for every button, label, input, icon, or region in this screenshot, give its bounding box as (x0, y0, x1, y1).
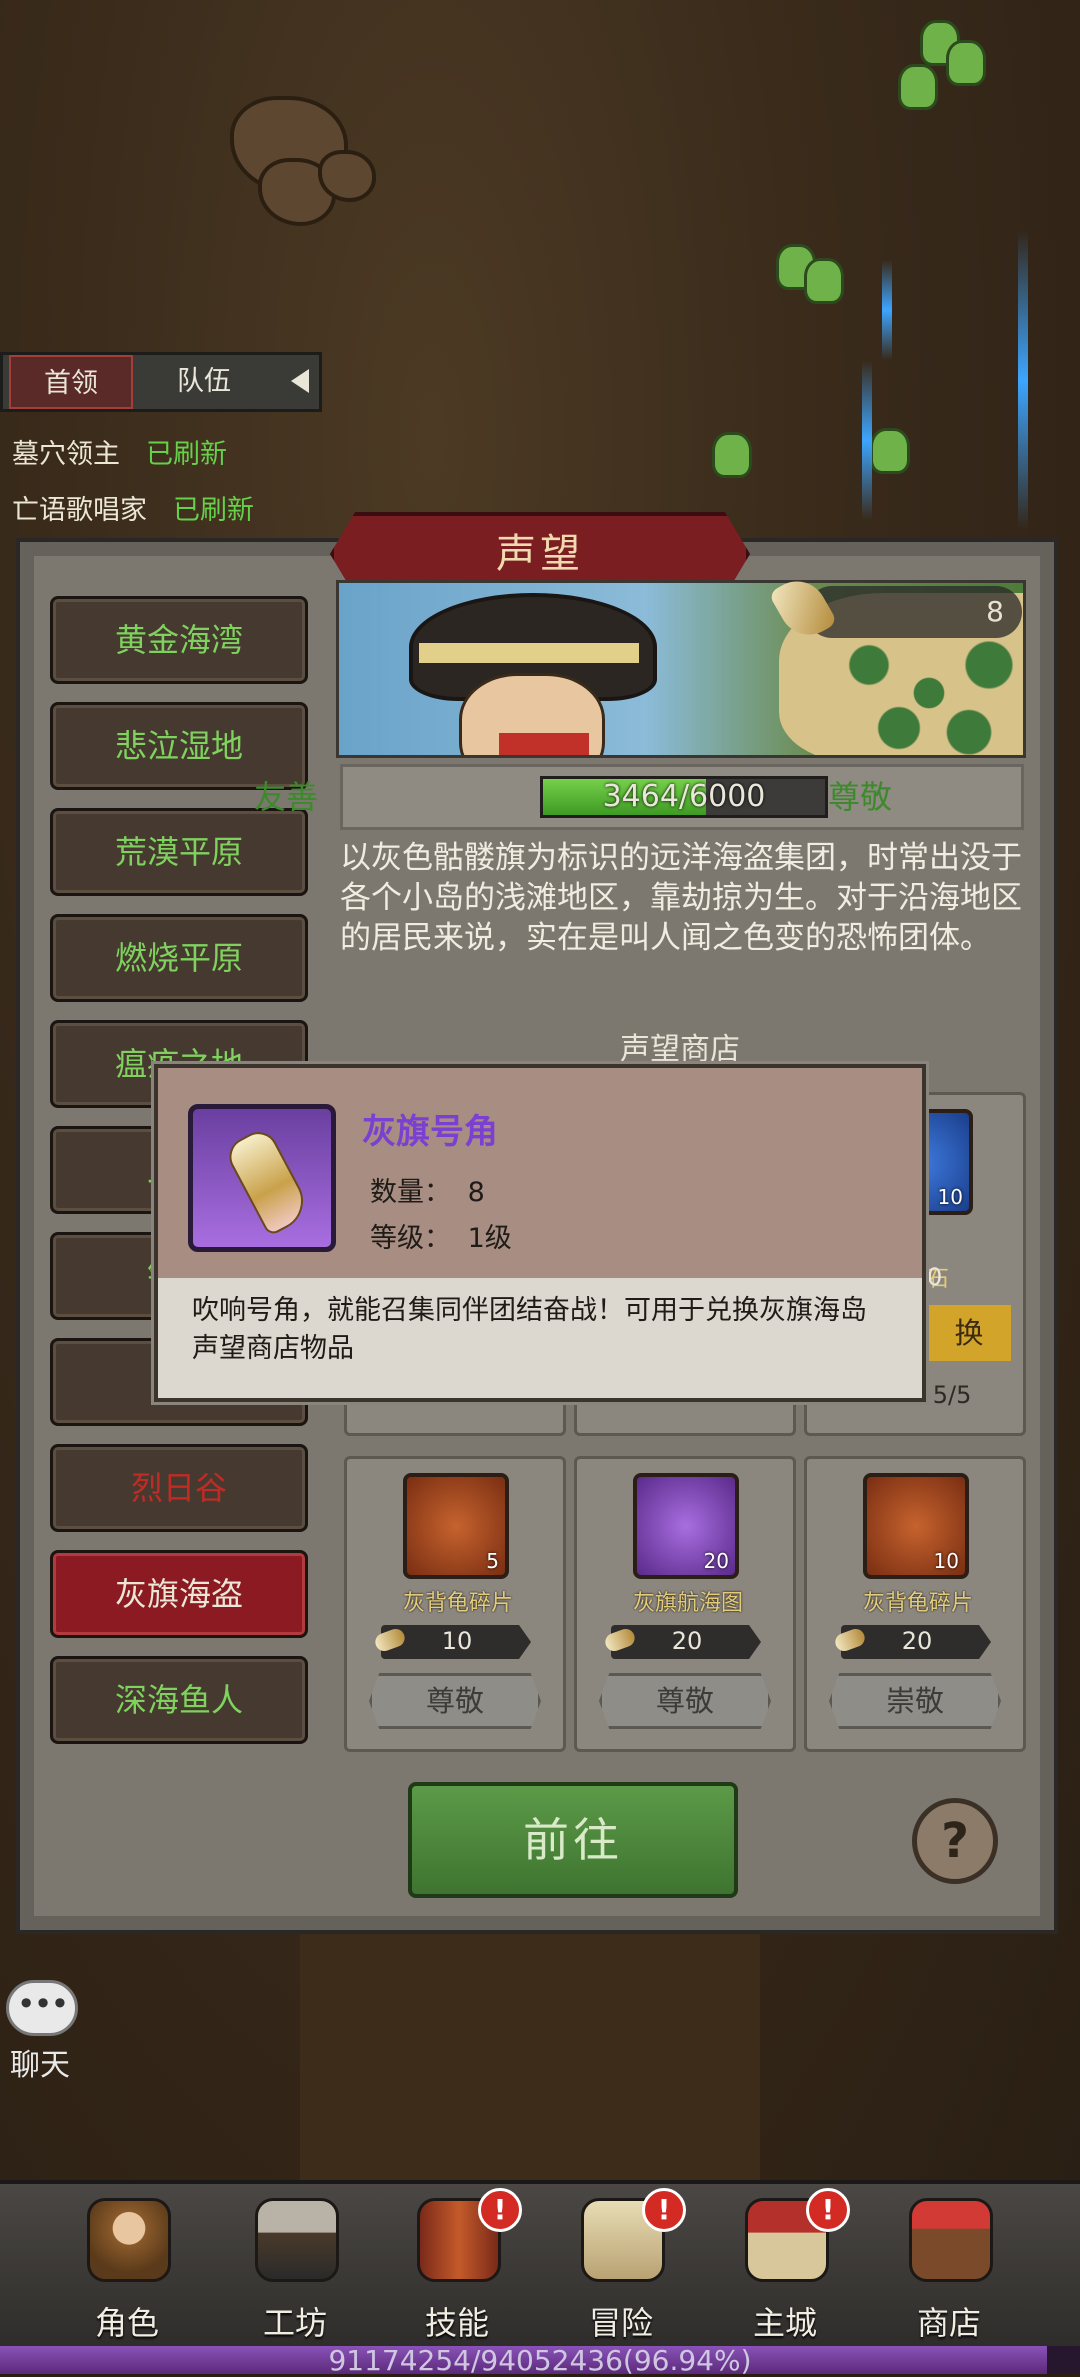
blue-light-beam (882, 260, 892, 360)
zone-item[interactable]: 烈日谷 (50, 1444, 308, 1532)
go-button[interactable]: 前往 (408, 1782, 738, 1898)
nav-shop[interactable]: 商店 (874, 2188, 1024, 2342)
blue-light-beam (862, 360, 872, 520)
item-qty: 20 (703, 1549, 729, 1573)
boss-team-tabbar: 首领 队伍 (0, 352, 322, 412)
shop-card[interactable]: 10 灰背龟碎片 20 崇敬 (804, 1456, 1026, 1752)
required-rank-button[interactable]: 尊敬 (369, 1673, 541, 1729)
item-qty: 10 (933, 1549, 959, 1573)
workshop-anvil-icon (255, 2198, 339, 2282)
nav-adventure[interactable]: ! 冒险 (546, 2188, 696, 2342)
experience-text: 91174254/94052436(96.94%) (328, 2344, 752, 2377)
horn-icon (222, 1125, 314, 1237)
tab-team[interactable]: 队伍 (139, 355, 269, 409)
faction-description: 以灰色骷髅旗为标识的远洋海盗集团，时常出没于各个小岛的浅滩地区，靠劫掠为生。对于… (340, 840, 1022, 956)
shop-card[interactable]: 5 灰背龟碎片 10 尊敬 (344, 1456, 566, 1752)
item-name: 灰旗航海图 (632, 1591, 743, 1616)
character-icon (87, 2198, 171, 2282)
item-cost: 20 (901, 1627, 933, 1655)
shop-title: 声望商店 (620, 1032, 740, 1067)
tab-boss[interactable]: 首领 (9, 355, 133, 409)
item-name: 灰背龟碎片 (862, 1591, 973, 1616)
zone-item[interactable]: 燃烧平原 (50, 914, 308, 1002)
gray-flag-horn-icon (188, 1104, 336, 1252)
boss-list-item[interactable]: 墓穴领主 已刷新 (12, 432, 227, 471)
popup-qty-row: 数量： 8 (370, 1170, 485, 1209)
zone-item-selected[interactable]: 灰旗海盗 (50, 1550, 308, 1638)
chat-label[interactable]: 聊天 (10, 2040, 70, 2084)
boss-name: 墓穴领主 (12, 439, 120, 470)
boss-list-item[interactable]: 亡语歌唱家 已刷新 (12, 488, 254, 527)
popup-item-description: 吹响号角，就能召集同伴团结奋战！可用于兑换灰旗海岛声望商店物品 (192, 1295, 867, 1364)
help-button[interactable]: ? (912, 1798, 998, 1884)
pirate-scarf (499, 733, 589, 755)
level-label: 等级： (370, 1223, 451, 1254)
goblin-enemy (804, 258, 844, 304)
popup-item-name: 灰旗号角 (362, 1112, 498, 1152)
boss-status: 已刷新 (146, 439, 227, 470)
boss-status: 已刷新 (173, 495, 254, 526)
reputation-progress-text: 3464/6000 (602, 779, 766, 814)
alert-badge: ! (806, 2188, 850, 2232)
nav-label: 技能 (424, 2304, 489, 2342)
nav-workshop[interactable]: 工坊 (220, 2188, 370, 2342)
horn-count-chip: 8 (806, 586, 1022, 638)
collapse-arrow-icon[interactable] (291, 369, 309, 393)
nav-character[interactable]: 角色 (52, 2188, 202, 2342)
shop-icon (909, 2198, 993, 2282)
shop-card[interactable]: 20 灰旗航海图 20 尊敬 (574, 1456, 796, 1752)
island-trees (829, 623, 1023, 755)
chat-bubble-icon[interactable]: ••• (6, 1980, 78, 2036)
alert-badge: ! (478, 2188, 522, 2232)
nav-skills[interactable]: ! 技能 (382, 2188, 532, 2342)
blue-light-beam (1018, 230, 1028, 530)
nav-label: 主城 (752, 2304, 817, 2342)
required-rank-button[interactable]: 崇敬 (829, 1673, 1001, 1729)
item-name: 灰背龟碎片 (402, 1591, 513, 1616)
zone-item[interactable]: 黄金海湾 (50, 596, 308, 684)
pirate-hat-band (419, 643, 639, 663)
alert-badge: ! (642, 2188, 686, 2232)
exchange-button-partial[interactable]: 换 (927, 1305, 1011, 1361)
nav-label: 冒险 (588, 2304, 653, 2342)
item-qty: 5 (486, 1549, 499, 1573)
reputation-next-rank: 尊敬 (827, 778, 892, 816)
reputation-current-rank: 友善 (253, 778, 318, 816)
map-path (300, 1900, 760, 2180)
item-tooltip-popup: 灰旗号角 数量： 8 等级： 1级 吹响号角，就能召集同伴团结奋战！可用于兑换灰… (154, 1064, 926, 1402)
boss-name: 亡语歌唱家 (12, 495, 147, 526)
nav-main-city[interactable]: ! 主城 (710, 2188, 860, 2342)
nav-label: 工坊 (262, 2304, 327, 2342)
item-cost: 20 (671, 1627, 703, 1655)
popup-level-row: 等级： 1级 (370, 1216, 512, 1255)
cost-partial: 0 (927, 1263, 943, 1291)
nav-label: 商店 (916, 2304, 981, 2342)
qty-label: 数量： (370, 1177, 451, 1208)
required-rank-button[interactable]: 尊敬 (599, 1673, 771, 1729)
goblin-enemy (870, 428, 910, 474)
zone-item[interactable]: 深海鱼人 (50, 1656, 308, 1744)
sea-chart-icon: 20 (633, 1473, 739, 1579)
item-cost: 10 (441, 1627, 473, 1655)
goblin-enemy (946, 40, 986, 86)
item-qty: 10 (937, 1185, 963, 1209)
goblin-enemy (898, 64, 938, 110)
goblin-enemy (712, 432, 752, 478)
turtle-shard-icon: 5 (403, 1473, 509, 1579)
level-value: 1级 (467, 1223, 512, 1254)
nav-label: 角色 (94, 2304, 159, 2342)
qty-value: 8 (467, 1177, 485, 1208)
turtle-shard-icon: 10 (863, 1473, 969, 1579)
